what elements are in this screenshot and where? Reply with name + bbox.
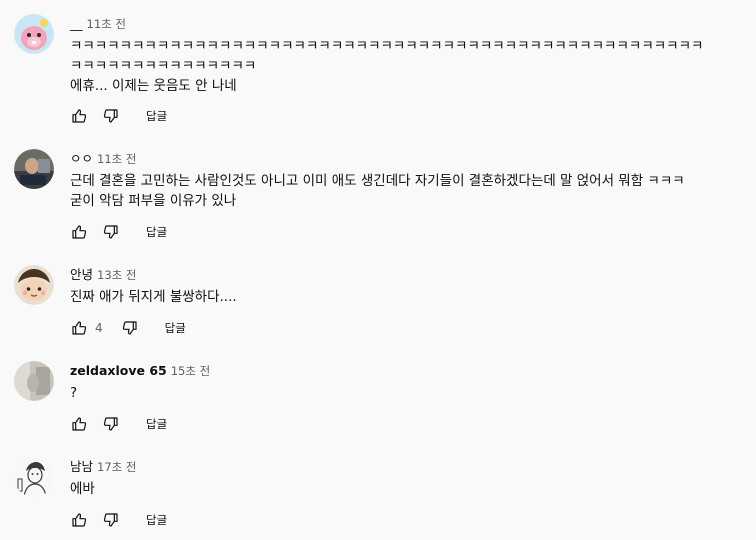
avatar[interactable] xyxy=(14,149,54,189)
like-button[interactable] xyxy=(70,319,88,337)
comment-author[interactable]: 안녕 xyxy=(70,267,93,282)
comment-text-line: 근데 결혼을 고민하는 사람인것도 아니고 이미 애도 생긴데다 자기들이 결혼… xyxy=(70,173,685,189)
thumb-down-icon xyxy=(122,321,137,335)
comment-thread: 안녕 13초 전 진짜 애가 뒤지게 불쌍하다.... 4 답글 xyxy=(0,265,756,345)
avatar[interactable] xyxy=(14,457,54,497)
comment-actions: 답글 xyxy=(70,412,167,436)
thumb-down-icon xyxy=(103,109,118,123)
comment-header: zeldaxlove 65 15초 전 xyxy=(70,361,210,379)
reply-button[interactable]: 답글 xyxy=(146,224,167,240)
dislike-button[interactable] xyxy=(102,107,120,125)
thumb-up-icon xyxy=(72,321,87,335)
like-count: 4 xyxy=(95,321,103,335)
like-button[interactable] xyxy=(70,511,88,529)
avatar-photo-image xyxy=(14,149,54,189)
comment-text-line: 굳이 악담 퍼부을 이유가 있나 xyxy=(70,193,237,209)
comment-text-line: 진짜 애가 뒤지게 불쌍하다.... xyxy=(70,289,237,305)
dislike-button[interactable] xyxy=(102,511,120,529)
comment-text: ? xyxy=(70,383,750,403)
comment-list: __ 11초 전 ㅋㅋㅋㅋㅋㅋㅋㅋㅋㅋㅋㅋㅋㅋㅋㅋㅋㅋㅋㅋㅋㅋㅋㅋㅋㅋㅋㅋㅋㅋㅋㅋ… xyxy=(0,0,756,540)
avatar-pink-character-image xyxy=(14,14,54,54)
like-button[interactable] xyxy=(70,107,88,125)
dislike-button[interactable] xyxy=(102,415,120,433)
avatar[interactable] xyxy=(14,361,54,401)
reply-button[interactable]: 답글 xyxy=(146,108,167,124)
comment-header: 안녕 13초 전 xyxy=(70,265,136,283)
comment-text: ㅋㅋㅋㅋㅋㅋㅋㅋㅋㅋㅋㅋㅋㅋㅋㅋㅋㅋㅋㅋㅋㅋㅋㅋㅋㅋㅋㅋㅋㅋㅋㅋㅋㅋㅋㅋㅋㅋㅋㅋ… xyxy=(70,36,750,96)
comment-thread: zeldaxlove 65 15초 전 ? 답글 xyxy=(0,361,756,441)
thumb-up-icon xyxy=(72,513,87,527)
comment-text-line: 에바 xyxy=(70,481,95,497)
comment-text-line: ㅋㅋㅋㅋㅋㅋㅋㅋㅋㅋㅋㅋㅋㅋㅋ xyxy=(70,58,257,74)
reply-button[interactable]: 답글 xyxy=(165,320,186,336)
comment-header: 남남 17초 전 xyxy=(70,457,136,475)
reply-button[interactable]: 답글 xyxy=(146,512,167,528)
avatar-cartoon-face-image xyxy=(14,265,54,305)
comment-author[interactable]: __ xyxy=(70,16,83,31)
comment-thread: __ 11초 전 ㅋㅋㅋㅋㅋㅋㅋㅋㅋㅋㅋㅋㅋㅋㅋㅋㅋㅋㅋㅋㅋㅋㅋㅋㅋㅋㅋㅋㅋㅋㅋㅋ… xyxy=(0,14,756,129)
avatar-sketch-image xyxy=(14,457,54,497)
comment-author[interactable]: 남남 xyxy=(70,459,93,474)
comment-actions: 답글 xyxy=(70,104,167,128)
comment-time[interactable]: 13초 전 xyxy=(97,268,136,282)
avatar[interactable] xyxy=(14,265,54,305)
comment-thread: 남남 17초 전 에바 답글 xyxy=(0,457,756,537)
comment-time[interactable]: 11초 전 xyxy=(97,152,136,166)
thumb-down-icon xyxy=(103,513,118,527)
comment-actions: 답글 xyxy=(70,220,167,244)
comment-text-line: ㅋㅋㅋㅋㅋㅋㅋㅋㅋㅋㅋㅋㅋㅋㅋㅋㅋㅋㅋㅋㅋㅋㅋㅋㅋㅋㅋㅋㅋㅋㅋㅋㅋㅋㅋㅋㅋㅋㅋㅋ… xyxy=(70,38,704,54)
comment-author[interactable]: zeldaxlove 65 xyxy=(70,363,167,378)
like-button[interactable] xyxy=(70,223,88,241)
comment-text: 근데 결혼을 고민하는 사람인것도 아니고 이미 애도 생긴데다 자기들이 결혼… xyxy=(70,171,750,211)
comment-time[interactable]: 17초 전 xyxy=(97,460,136,474)
dislike-button[interactable] xyxy=(102,223,120,241)
comment-time[interactable]: 11초 전 xyxy=(87,17,126,31)
thumb-up-icon xyxy=(72,225,87,239)
comment-text-line: 에휴... 이제는 웃음도 안 나네 xyxy=(70,78,237,94)
comment-time[interactable]: 15초 전 xyxy=(171,364,210,378)
comment-thread: ㅇㅇ 11초 전 근데 결혼을 고민하는 사람인것도 아니고 이미 애도 생긴데다… xyxy=(0,149,756,244)
avatar-photo-image xyxy=(14,361,54,401)
thumb-up-icon xyxy=(72,417,87,431)
comment-actions: 4 답글 xyxy=(70,316,186,340)
comment-header: ㅇㅇ 11초 전 xyxy=(70,149,136,167)
reply-button[interactable]: 답글 xyxy=(146,416,167,432)
comment-author[interactable]: ㅇㅇ xyxy=(70,151,93,166)
comment-header: __ 11초 전 xyxy=(70,14,126,32)
comment-actions: 답글 xyxy=(70,508,167,532)
comment-text-line: ? xyxy=(70,385,78,401)
comment-text: 에바 xyxy=(70,479,750,499)
comment-text: 진짜 애가 뒤지게 불쌍하다.... xyxy=(70,287,750,307)
like-button[interactable] xyxy=(70,415,88,433)
thumb-up-icon xyxy=(72,109,87,123)
thumb-down-icon xyxy=(103,417,118,431)
avatar[interactable] xyxy=(14,14,54,54)
thumb-down-icon xyxy=(103,225,118,239)
dislike-button[interactable] xyxy=(121,319,139,337)
